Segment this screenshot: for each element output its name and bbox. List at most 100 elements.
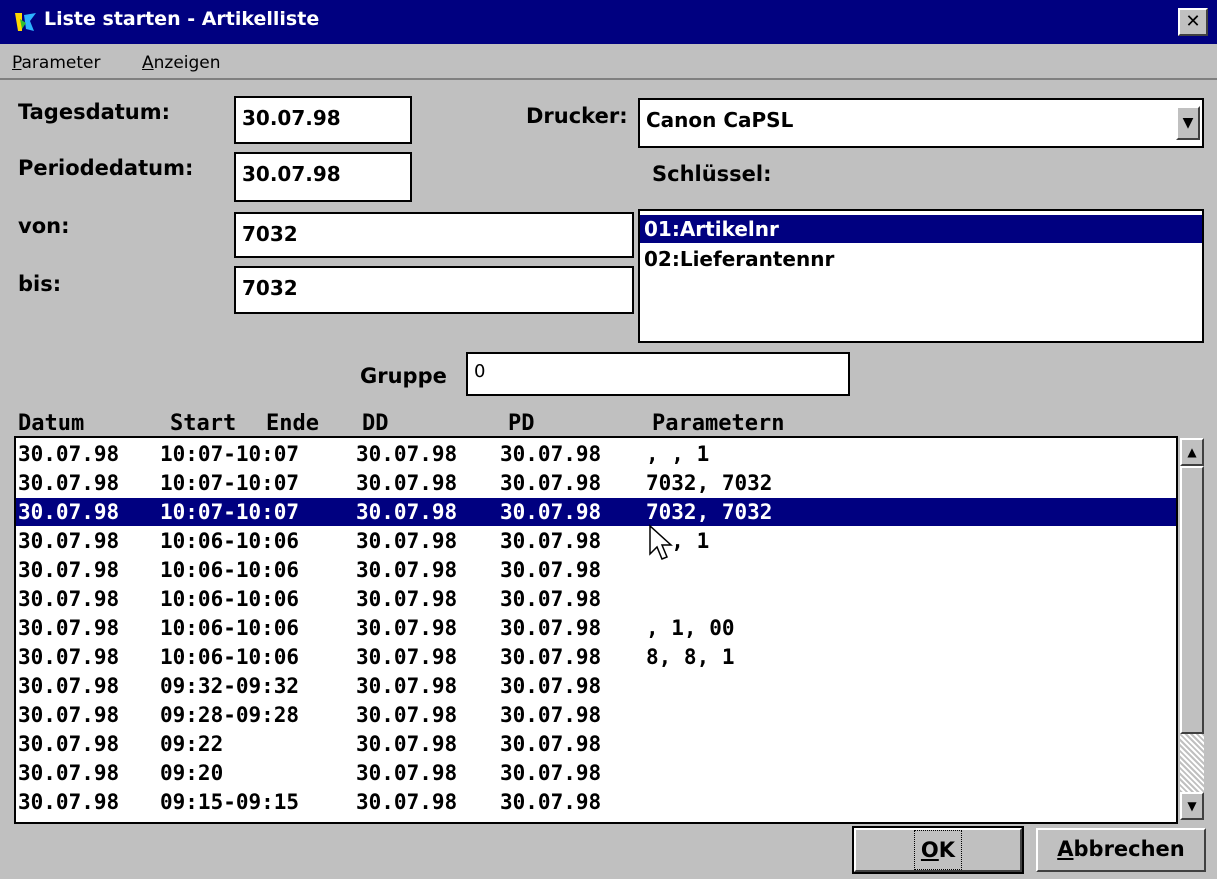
history-row[interactable]: 30.07.98 10:07-10:07 30.07.98 30.07.98 7032,… bbox=[16, 469, 1176, 497]
history-cell-zeit: 10:06-10:06 bbox=[160, 645, 300, 669]
history-cell-zeit: 10:07-10:07 bbox=[160, 471, 300, 495]
history-cell-pd: 30.07.98 bbox=[500, 587, 602, 611]
scrollbar-thumb[interactable] bbox=[1180, 466, 1204, 734]
drucker-label: Drucker: bbox=[526, 104, 628, 128]
ok-label: K bbox=[938, 838, 956, 862]
history-row[interactable]: 30.07.98 10:06-10:06 30.07.98 30.07.98 bbox=[16, 585, 1176, 613]
menu-anzeigen-accel: A bbox=[142, 53, 154, 73]
title-bar[interactable]: Liste starten - Artikelliste ✕ bbox=[0, 0, 1217, 44]
history-cell-dd: 30.07.98 bbox=[356, 674, 458, 698]
history-cell-param: 8, 8, 1 bbox=[646, 645, 735, 669]
ok-button[interactable]: OK bbox=[852, 826, 1024, 874]
close-button[interactable]: ✕ bbox=[1178, 8, 1208, 36]
history-cell-pd: 30.07.98 bbox=[500, 674, 602, 698]
gruppe-field[interactable]: 0 bbox=[466, 352, 850, 396]
col-header-parametern: Parametern bbox=[652, 411, 785, 436]
periodedatum-field[interactable]: 30.07.98 bbox=[234, 152, 412, 202]
von-field[interactable]: 7032 bbox=[234, 212, 634, 258]
history-cell-zeit: 09:20 bbox=[160, 761, 224, 785]
history-cell-pd: 30.07.98 bbox=[500, 500, 602, 524]
close-icon: ✕ bbox=[1185, 11, 1201, 32]
col-header-pd: PD bbox=[508, 411, 535, 436]
history-row[interactable]: 30.07.98 10:06-10:06 30.07.98 30.07.98 8, 8,… bbox=[16, 643, 1176, 671]
scroll-down-icon[interactable]: ▼ bbox=[1180, 792, 1204, 820]
menu-parameter[interactable]: Parameter bbox=[12, 53, 100, 73]
drucker-value: Canon CaPSL bbox=[646, 108, 794, 132]
col-header-datum: Datum bbox=[18, 411, 85, 436]
history-cell-zeit: 10:07-10:07 bbox=[160, 442, 300, 466]
history-row[interactable]: 30.07.98 09:20 30.07.98 30.07.98 bbox=[16, 759, 1176, 787]
history-cell-datum: 30.07.98 bbox=[18, 442, 120, 466]
history-cell-param: 7032, 7032 bbox=[646, 471, 773, 495]
history-cell-dd: 30.07.98 bbox=[356, 471, 458, 495]
history-cell-datum: 30.07.98 bbox=[18, 471, 120, 495]
history-scrollbar[interactable]: ▲ ▼ bbox=[1176, 436, 1204, 824]
tagesdatum-field[interactable]: 30.07.98 bbox=[234, 96, 412, 144]
history-cell-zeit: 09:28-09:28 bbox=[160, 703, 300, 727]
history-cell-zeit: 10:06-10:06 bbox=[160, 529, 300, 553]
history-listbox[interactable]: 30.07.98 10:07-10:07 30.07.98 30.07.98 , , 1… bbox=[14, 436, 1204, 824]
history-cell-datum: 30.07.98 bbox=[18, 500, 120, 524]
history-row[interactable]: 30.07.98 09:28-09:28 30.07.98 30.07.98 bbox=[16, 701, 1176, 729]
history-row[interactable]: 30.07.98 10:07-10:07 30.07.98 30.07.98 7032,… bbox=[16, 498, 1176, 526]
history-cell-zeit: 10:06-10:06 bbox=[160, 587, 300, 611]
history-cell-pd: 30.07.98 bbox=[500, 529, 602, 553]
history-cell-param: , 1, 00 bbox=[646, 616, 735, 640]
history-cell-datum: 30.07.98 bbox=[18, 529, 120, 553]
menu-bar: Parameter Anzeigen bbox=[0, 44, 1217, 80]
chevron-down-icon[interactable]: ▼ bbox=[1176, 106, 1200, 140]
history-cell-zeit: 09:22 bbox=[160, 732, 224, 756]
cancel-accel: A bbox=[1057, 837, 1074, 861]
history-cell-zeit: 10:06-10:06 bbox=[160, 616, 300, 640]
history-cell-dd: 30.07.98 bbox=[356, 558, 458, 582]
schluessel-item-lieferantennr[interactable]: 02:Lieferantennr bbox=[640, 245, 1202, 273]
history-cell-pd: 30.07.98 bbox=[500, 558, 602, 582]
window-title: Liste starten - Artikelliste bbox=[44, 8, 320, 30]
history-cell-datum: 30.07.98 bbox=[18, 761, 120, 785]
history-row[interactable]: 30.07.98 10:06-10:06 30.07.98 30.07.98, , 1 bbox=[16, 527, 1176, 555]
scroll-up-icon[interactable]: ▲ bbox=[1180, 438, 1204, 466]
history-cell-param: 7032, 7032 bbox=[646, 500, 773, 524]
schluessel-listbox[interactable]: 01:Artikelnr 02:Lieferantennr bbox=[638, 209, 1204, 343]
history-cell-pd: 30.07.98 bbox=[500, 761, 602, 785]
history-cell-pd: 30.07.98 bbox=[500, 442, 602, 466]
bis-label: bis: bbox=[18, 272, 62, 296]
history-cell-zeit: 09:15-09:15 bbox=[160, 790, 300, 814]
mouse-pointer-icon bbox=[649, 524, 673, 560]
menu-anzeigen[interactable]: Anzeigen bbox=[142, 53, 221, 73]
history-cell-dd: 30.07.98 bbox=[356, 732, 458, 756]
history-cell-dd: 30.07.98 bbox=[356, 616, 458, 640]
history-cell-datum: 30.07.98 bbox=[18, 732, 120, 756]
history-cell-datum: 30.07.98 bbox=[18, 587, 120, 611]
history-row[interactable]: 30.07.98 10:06-10:06 30.07.98 30.07.98 bbox=[16, 556, 1176, 584]
history-cell-datum: 30.07.98 bbox=[18, 790, 120, 814]
history-row[interactable]: 30.07.98 10:06-10:06 30.07.98 30.07.98 , 1, … bbox=[16, 614, 1176, 642]
dialog-window: Liste starten - Artikelliste ✕ Parameter… bbox=[0, 0, 1217, 879]
menu-anzeigen-label: nzeigen bbox=[153, 53, 221, 73]
history-cell-datum: 30.07.98 bbox=[18, 558, 120, 582]
schluessel-item-artikelnr[interactable]: 01:Artikelnr bbox=[640, 215, 1202, 243]
history-cell-dd: 30.07.98 bbox=[356, 790, 458, 814]
history-row[interactable]: 30.07.98 09:15-09:15 30.07.98 30.07.98 bbox=[16, 788, 1176, 816]
cancel-button[interactable]: Abbrechen bbox=[1036, 828, 1206, 872]
history-row[interactable]: 30.07.98 09:22 30.07.98 30.07.98 bbox=[16, 730, 1176, 758]
history-cell-pd: 30.07.98 bbox=[500, 471, 602, 495]
drucker-combobox[interactable]: Canon CaPSL bbox=[638, 98, 1204, 148]
history-cell-dd: 30.07.98 bbox=[356, 529, 458, 553]
col-header-dd: DD bbox=[362, 411, 389, 436]
history-cell-pd: 30.07.98 bbox=[500, 790, 602, 814]
history-row[interactable]: 30.07.98 09:32-09:32 30.07.98 30.07.98 bbox=[16, 672, 1176, 700]
bis-field[interactable]: 7032 bbox=[234, 266, 634, 314]
history-cell-zeit: 09:32-09:32 bbox=[160, 674, 300, 698]
history-cell-datum: 30.07.98 bbox=[18, 674, 120, 698]
col-header-ende: Ende bbox=[266, 411, 319, 436]
cancel-label: bbrechen bbox=[1073, 837, 1185, 861]
history-cell-pd: 30.07.98 bbox=[500, 645, 602, 669]
history-row[interactable]: 30.07.98 10:07-10:07 30.07.98 30.07.98 , , 1 bbox=[16, 440, 1176, 468]
tagesdatum-label: Tagesdatum: bbox=[18, 100, 171, 124]
history-cell-param: , , 1 bbox=[646, 442, 710, 466]
history-cell-pd: 30.07.98 bbox=[500, 616, 602, 640]
gruppe-label: Gruppe bbox=[360, 364, 447, 388]
history-cell-pd: 30.07.98 bbox=[500, 732, 602, 756]
history-cell-zeit: 10:07-10:07 bbox=[160, 500, 300, 524]
